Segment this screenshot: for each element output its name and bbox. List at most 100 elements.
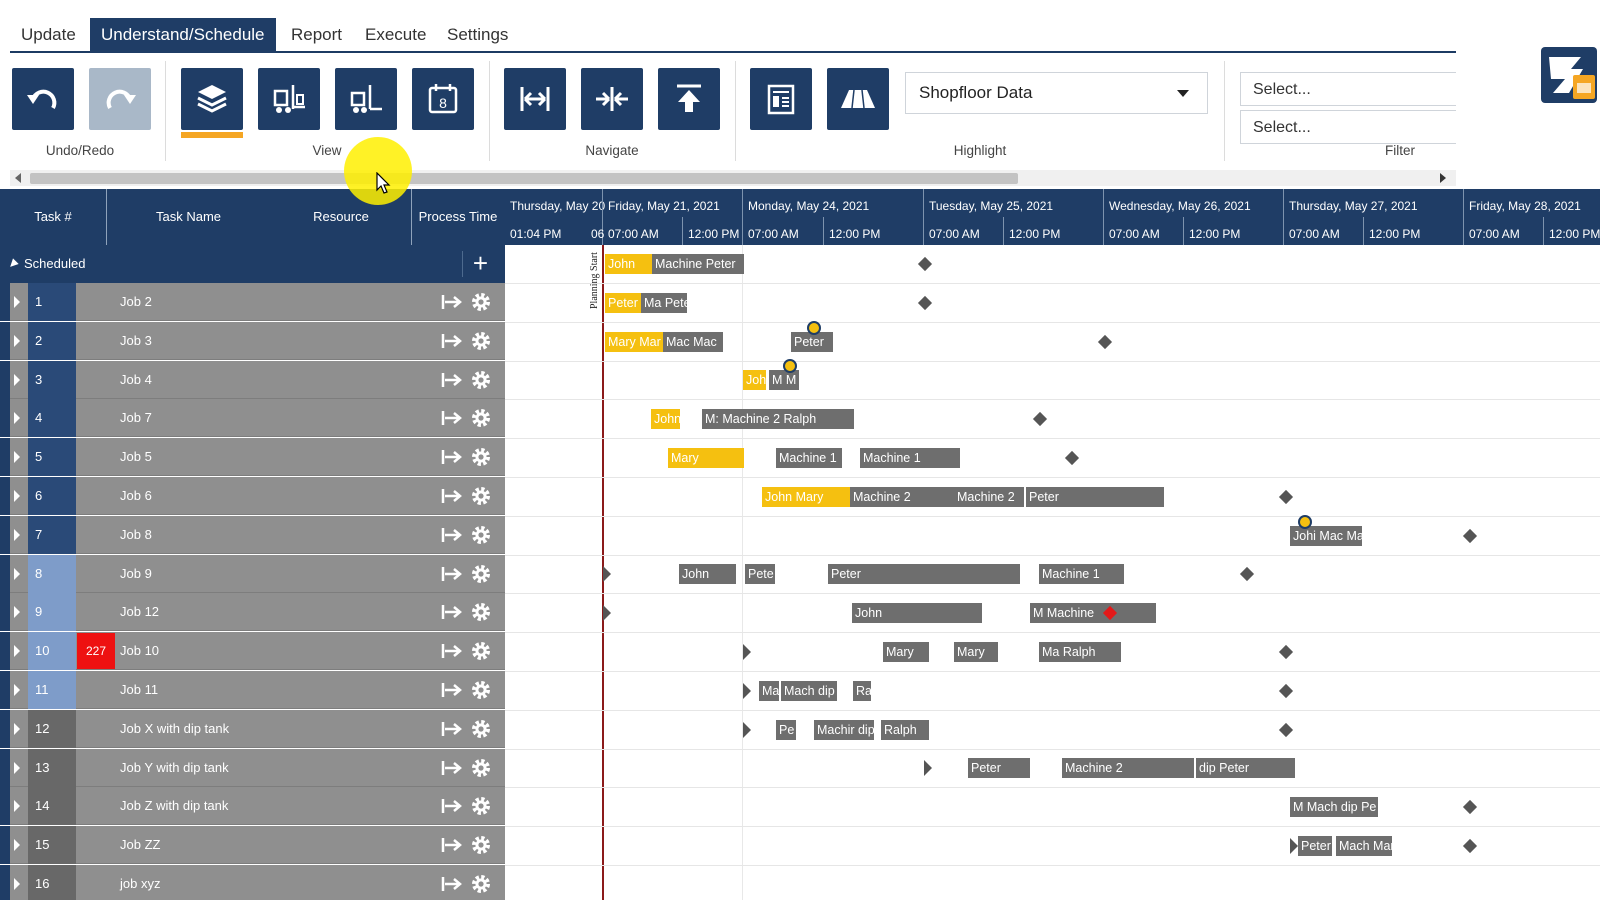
dependency-arrow-icon[interactable] [440, 758, 462, 778]
gantt-bar-machine[interactable]: Ma Pete [641, 292, 687, 313]
due-date-marker[interactable] [1097, 334, 1113, 349]
task-row[interactable]: 1 Job 2 [0, 283, 505, 321]
expand-row-icon[interactable] [14, 606, 20, 619]
task-row[interactable]: 16 job xyz [0, 865, 505, 900]
resource-chart-button[interactable] [335, 68, 397, 130]
dependency-arrow-icon[interactable] [440, 447, 462, 467]
dependency-arrow-icon[interactable] [440, 292, 462, 312]
dependency-arrow-icon[interactable] [440, 680, 462, 700]
filter-select-1[interactable]: Select... [1240, 72, 1456, 106]
release-date-marker[interactable] [1290, 838, 1298, 854]
expand-row-icon[interactable] [14, 684, 20, 696]
due-date-marker[interactable] [1278, 722, 1294, 737]
dependency-arrow-icon[interactable] [440, 525, 462, 545]
dependency-arrow-icon[interactable] [440, 602, 462, 622]
gantt-bar-machine[interactable]: Mary [954, 642, 998, 662]
gear-icon[interactable] [469, 600, 493, 624]
task-row[interactable]: 9 Job 12 [0, 593, 505, 632]
gantt-bar-machine[interactable]: Ralph [881, 719, 929, 740]
gear-icon[interactable] [469, 290, 493, 314]
dependency-arrow-icon[interactable] [440, 331, 462, 351]
column-task-number[interactable]: Task # [0, 189, 106, 245]
gantt-bar-machine[interactable]: M M [769, 370, 799, 391]
zoom-fit-button[interactable] [504, 68, 566, 130]
gantt-bar-machine[interactable]: Peter [791, 331, 833, 352]
tab-settings[interactable]: Settings [436, 18, 519, 53]
resource-view-button[interactable] [258, 68, 320, 130]
gantt-bar-machine[interactable]: M Mach dip Pe [1290, 797, 1378, 818]
expand-row-icon[interactable] [14, 761, 20, 774]
dependency-arrow-icon[interactable] [440, 835, 462, 855]
expand-row-icon[interactable] [14, 645, 20, 658]
gantt-timeline[interactable]: Planning Start John Machine Peter Peter Ma … [505, 245, 1600, 900]
due-date-marker[interactable] [1032, 412, 1048, 427]
tab-report[interactable]: Report [280, 18, 353, 53]
gear-icon[interactable] [469, 406, 493, 430]
gear-icon[interactable] [469, 445, 493, 469]
tab-update[interactable]: Update [10, 18, 87, 53]
task-row[interactable]: 12 Job X with dip tank [0, 709, 505, 748]
gantt-bar-machine[interactable]: Peter [1298, 836, 1332, 856]
dependency-arrow-icon[interactable] [440, 874, 462, 894]
gantt-bar-machine[interactable]: M: Machine 2 Ralph [702, 409, 854, 430]
scheduled-group-row[interactable]: Scheduled + [0, 245, 505, 283]
gantt-bar-labor[interactable]: Mary Mar [605, 331, 663, 352]
due-date-marker[interactable] [1239, 567, 1255, 582]
tab-execute[interactable]: Execute [354, 18, 437, 53]
due-date-marker[interactable] [1278, 644, 1294, 660]
expand-row-icon[interactable] [14, 722, 20, 735]
task-row[interactable]: 10 227 Job 10 [0, 632, 505, 671]
layers-button[interactable] [181, 68, 243, 138]
gantt-bar-machine[interactable]: Mach dip [781, 680, 837, 701]
highlight-dropdown[interactable]: Shopfloor Data [905, 72, 1208, 114]
gear-icon[interactable] [469, 329, 493, 353]
expand-row-icon[interactable] [14, 567, 20, 580]
gantt-bar-machine[interactable]: Mac Mac [663, 331, 723, 352]
release-date-marker[interactable] [743, 682, 751, 699]
task-row[interactable]: 7 Job 8 [0, 515, 505, 554]
add-task-button[interactable]: + [462, 250, 498, 277]
timeline-scrollbar[interactable] [10, 170, 1456, 186]
gear-icon[interactable] [469, 639, 493, 663]
gantt-bar-machine[interactable]: Peter [968, 758, 1030, 779]
task-row[interactable]: 14 Job Z with dip tank [0, 787, 505, 826]
gear-icon[interactable] [469, 833, 493, 857]
expand-row-icon[interactable] [14, 296, 20, 308]
calendar-button[interactable]: 8 [412, 68, 474, 130]
scroll-left-arrow-icon[interactable] [15, 173, 21, 183]
due-date-marker[interactable] [917, 295, 933, 310]
gear-icon[interactable] [469, 717, 493, 741]
schedule-app-logo-icon[interactable] [1539, 45, 1599, 105]
report-button[interactable] [750, 68, 812, 130]
task-row[interactable]: 5 Job 5 [0, 438, 505, 477]
tab-understand-schedule[interactable]: Understand/Schedule [90, 18, 276, 53]
gantt-bar-labor[interactable]: John Mary [762, 486, 850, 507]
collapse-icon[interactable] [7, 258, 19, 270]
release-date-marker[interactable] [743, 721, 751, 738]
task-row[interactable]: 15 Job ZZ [0, 826, 505, 865]
gantt-bar-machine[interactable]: Machir dip [814, 719, 874, 740]
gantt-bar-labor[interactable]: Joh [743, 370, 766, 391]
dependency-arrow-icon[interactable] [440, 796, 462, 816]
gear-icon[interactable] [469, 368, 493, 392]
gear-icon[interactable] [469, 523, 493, 547]
due-date-marker[interactable] [1278, 489, 1294, 504]
gear-icon[interactable] [469, 484, 493, 508]
dependency-arrow-icon[interactable] [440, 408, 462, 428]
gantt-bar-machine[interactable]: Peter [828, 564, 1020, 585]
gantt-bar-machine[interactable]: Pe [776, 719, 796, 740]
due-date-marker[interactable] [1462, 800, 1478, 815]
gear-icon[interactable] [469, 794, 493, 818]
expand-row-icon[interactable] [14, 800, 20, 813]
due-date-marker[interactable] [1278, 683, 1294, 698]
gantt-bar-labor[interactable]: John [651, 409, 680, 430]
expand-row-icon[interactable] [14, 412, 20, 425]
expand-row-icon[interactable] [14, 451, 20, 464]
task-row[interactable]: 8 Job 9 [0, 554, 505, 593]
gantt-bar-machine[interactable]: Johi Mac Ma [1290, 525, 1362, 546]
gear-icon[interactable] [469, 678, 493, 702]
task-row[interactable]: 13 Job Y with dip tank [0, 748, 505, 787]
gantt-bar-machine[interactable]: Machine 1 [1039, 564, 1124, 585]
warning-clock-icon[interactable] [1298, 514, 1312, 529]
undo-button[interactable] [12, 68, 74, 130]
